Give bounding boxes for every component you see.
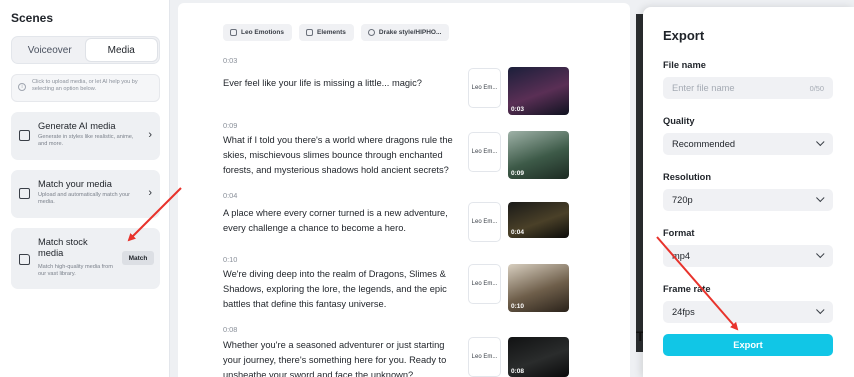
voice-button[interactable]: Leo Em... (468, 337, 501, 377)
framerate-label: Frame rate (663, 284, 711, 294)
chevron-down-icon (816, 249, 825, 259)
scene-text[interactable]: We're diving deep into the realm of Drag… (223, 267, 455, 312)
scene-text[interactable]: Whether you're a seasoned adventurer or … (223, 338, 455, 377)
scene-thumbnail[interactable]: 0:03 (508, 67, 569, 115)
scene-thumbnail[interactable]: 0:09 (508, 131, 569, 179)
music-chip[interactable]: Drake style/HIPHO... (360, 24, 450, 41)
voice-button[interactable]: Leo Em... (468, 68, 501, 108)
chevron-right-icon: › (148, 187, 152, 199)
elements-icon (305, 29, 313, 36)
chip-label: Drake style/HIPHO... (378, 29, 442, 36)
voice-icon (230, 29, 237, 36)
match-button[interactable]: Match (122, 251, 154, 265)
format-value: mp4 (672, 251, 691, 261)
hint-text: Click to upload media, or let AI help yo… (32, 79, 138, 93)
scene-time: 0:08 (223, 325, 238, 334)
upload-hint[interactable]: i Click to upload media, or let AI help … (11, 74, 160, 102)
format-select[interactable]: mp4 (663, 245, 833, 267)
voice-button[interactable]: Leo Em... (468, 202, 501, 242)
framerate-value: 24fps (672, 307, 695, 317)
image-sparkle-icon (19, 130, 30, 141)
quality-label: Quality (663, 116, 695, 126)
card-desc: Match high-quality media from our vast l… (38, 264, 113, 278)
voice-chip[interactable]: Leo Emotions (223, 24, 292, 41)
scene-text[interactable]: A place where every corner turned is a n… (223, 206, 455, 236)
quality-value: Recommended (672, 139, 736, 149)
framerate-select[interactable]: 24fps (663, 301, 833, 323)
elements-chip[interactable]: Elements (298, 24, 354, 41)
folder-icon (19, 254, 30, 265)
scene-item[interactable]: 0:08 Whether you're a seasoned adventure… (223, 325, 569, 377)
upload-image-icon (19, 188, 30, 199)
chevron-down-icon (816, 137, 825, 147)
export-title: Export (663, 28, 705, 43)
chevron-down-icon (816, 193, 825, 203)
settings-chips: Leo Emotions Elements Drake style/HIPHO.… (223, 24, 450, 41)
scene-item[interactable]: 0:10 We're diving deep into the realm of… (223, 255, 569, 312)
media-mode-switch: Voiceover Media (11, 36, 160, 64)
file-name-input[interactable]: Enter file name 0/50 (663, 77, 833, 99)
tab-voiceover[interactable]: Voiceover (14, 39, 86, 61)
scene-thumbnail[interactable]: 0:10 (508, 264, 569, 312)
duration-badge: 0:08 (511, 368, 525, 375)
duration-badge: 0:09 (511, 170, 525, 177)
generate-ai-media-card[interactable]: Generate AI media Generate in styles lik… (11, 112, 160, 160)
scene-text[interactable]: Ever feel like your life is missing a li… (223, 76, 455, 91)
script-panel: Leo Emotions Elements Drake style/HIPHO.… (178, 3, 630, 377)
duration-badge: 0:03 (511, 106, 525, 113)
scene-item[interactable]: 0:04 A place where every corner turned i… (223, 191, 569, 242)
char-counter: 0/50 (809, 83, 824, 93)
chevron-down-icon (816, 305, 825, 315)
scene-time: 0:09 (223, 121, 238, 130)
scenes-panel: Scenes Voiceover Media i Click to upload… (0, 0, 170, 377)
resolution-label: Resolution (663, 172, 712, 182)
voice-button[interactable]: Leo Em... (468, 132, 501, 172)
chevron-right-icon: › (148, 129, 152, 141)
duration-badge: 0:10 (511, 303, 525, 310)
scene-item[interactable]: 0:09 What if I told you there's a world … (223, 121, 569, 179)
scene-thumbnail[interactable]: 0:08 (508, 337, 569, 377)
music-icon (367, 29, 375, 36)
resolution-value: 720p (672, 195, 693, 205)
resolution-select[interactable]: 720p (663, 189, 833, 211)
match-your-media-card[interactable]: Match your media Upload and automaticall… (11, 170, 160, 218)
card-title: Match your media (38, 179, 112, 189)
scene-text[interactable]: What if I told you there's a world where… (223, 133, 455, 178)
card-title: Generate AI media (38, 121, 116, 131)
tab-media[interactable]: Media (85, 39, 157, 61)
card-title: Match stock media (38, 237, 88, 258)
card-desc: Generate in styles like realistic, anime… (38, 134, 134, 148)
scene-thumbnail[interactable]: 0:04 (508, 202, 569, 238)
info-icon: i (18, 83, 26, 91)
file-name-placeholder: Enter file name (672, 83, 735, 93)
file-name-label: File name (663, 60, 706, 70)
card-desc: Upload and automatically match your medi… (38, 192, 131, 206)
match-stock-media-card[interactable]: Match stock media Match high-quality med… (11, 228, 160, 289)
format-label: Format (663, 228, 695, 238)
chip-label: Elements (316, 29, 346, 36)
quality-select[interactable]: Recommended (663, 133, 833, 155)
scene-time: 0:04 (223, 191, 238, 200)
export-panel: Export File name Enter file name 0/50 Qu… (643, 7, 854, 377)
chip-label: Leo Emotions (241, 29, 284, 36)
export-button[interactable]: Export (663, 334, 833, 356)
scenes-title: Scenes (11, 11, 54, 25)
voice-button[interactable]: Leo Em... (468, 264, 501, 304)
duration-badge: 0:04 (511, 229, 525, 236)
scene-time: 0:03 (223, 56, 238, 65)
scene-time: 0:10 (223, 255, 238, 264)
scene-item[interactable]: 0:03 Ever feel like your life is missing… (223, 56, 569, 115)
